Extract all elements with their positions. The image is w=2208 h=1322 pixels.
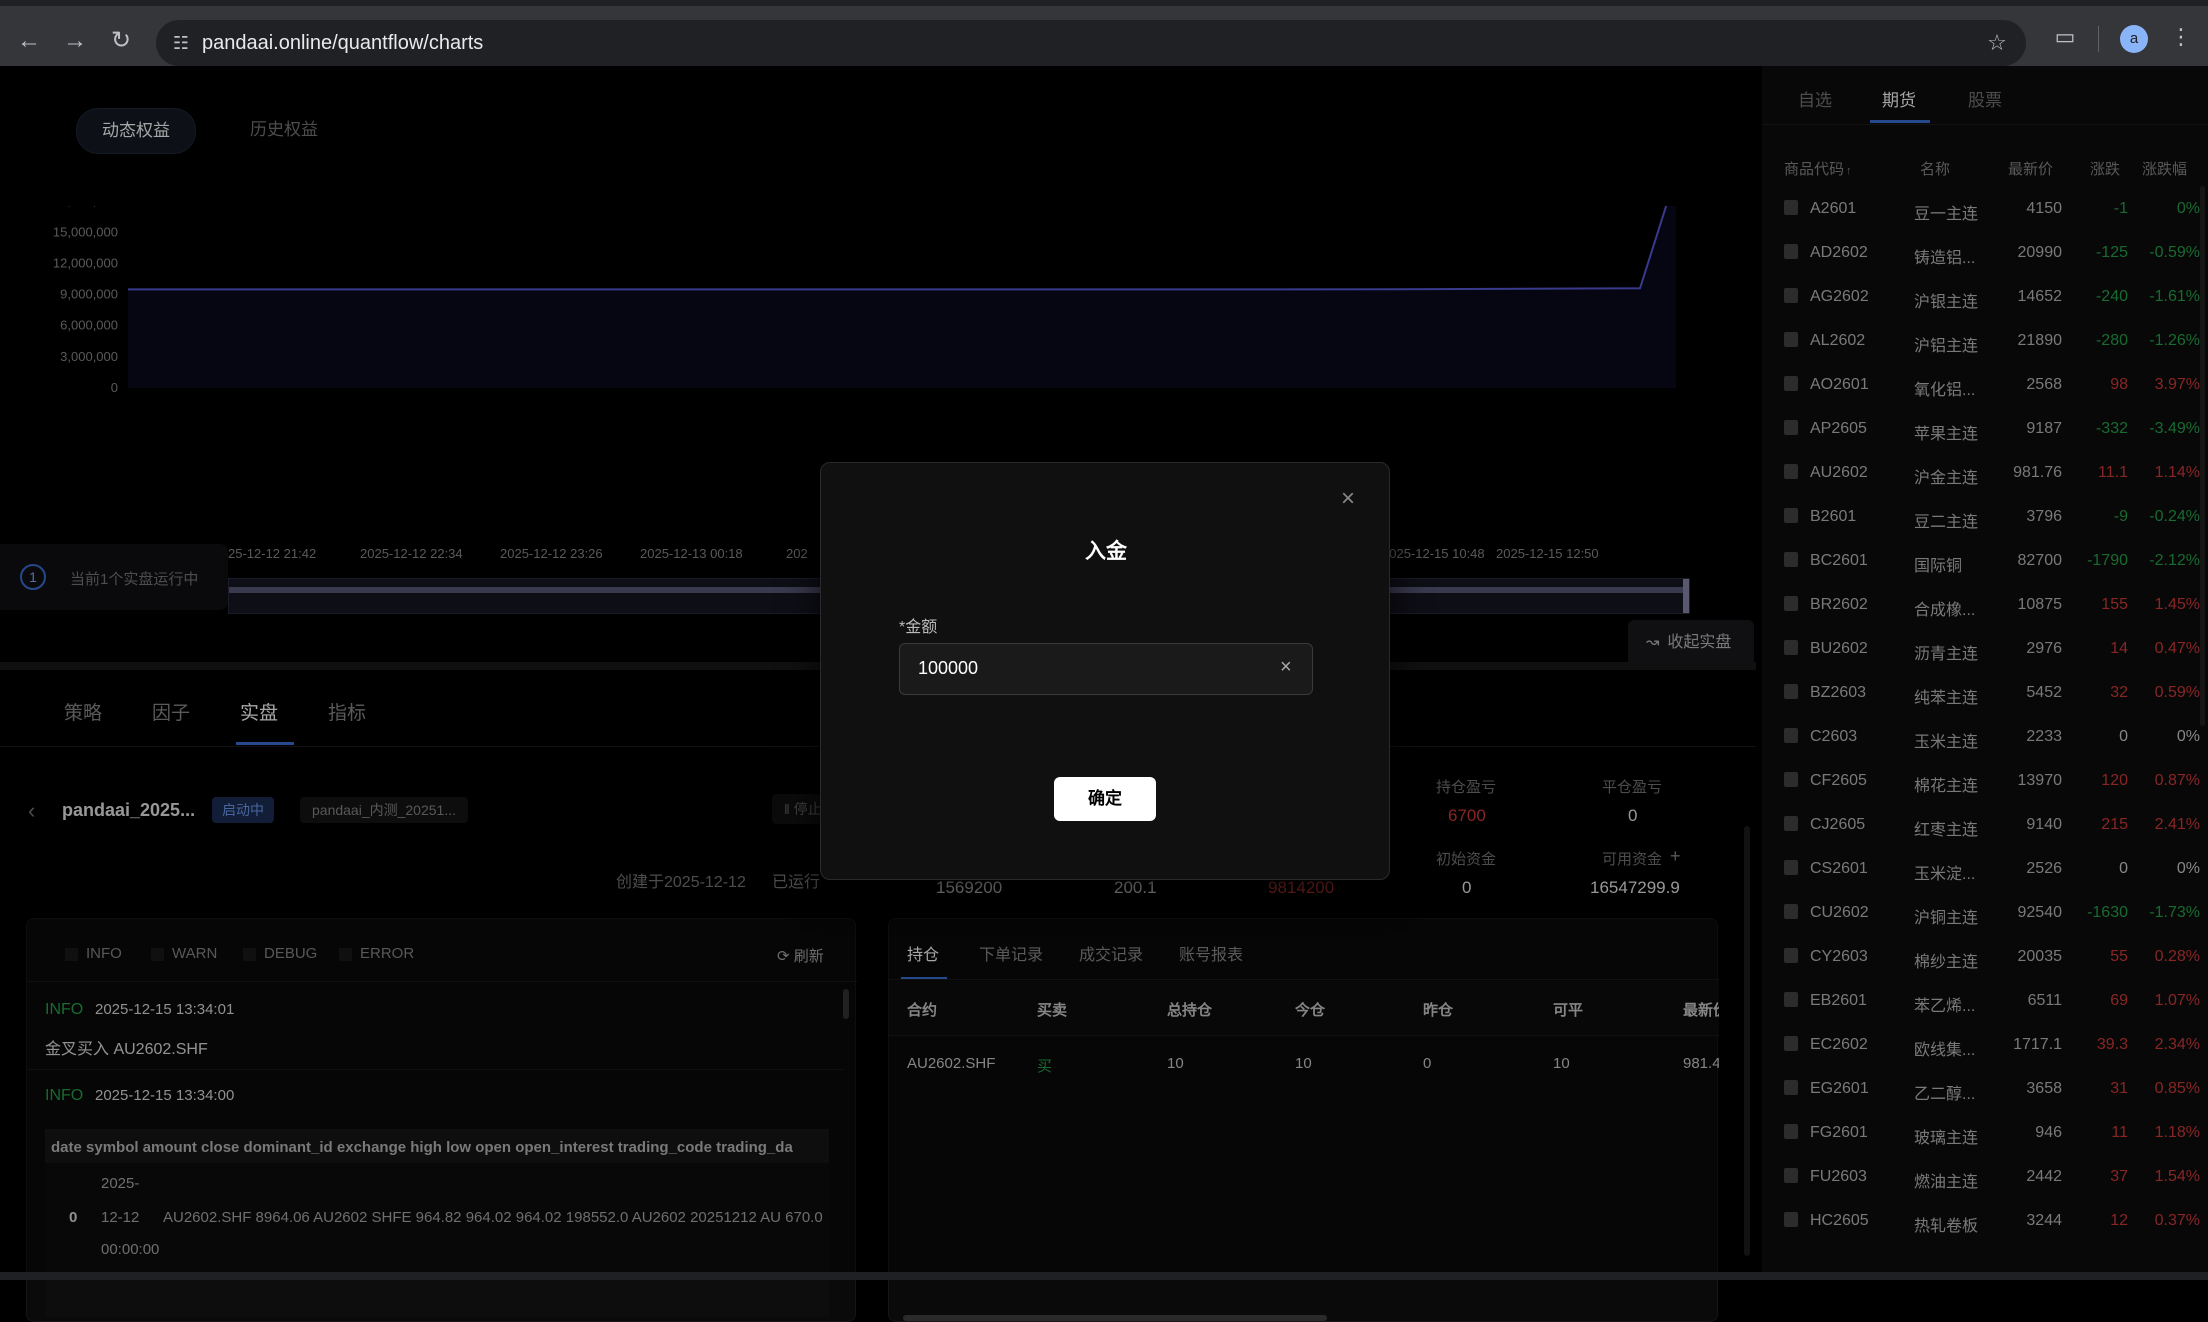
address-bar[interactable]: ☷ pandaai.online/quantflow/charts ☆ [156, 20, 2026, 66]
amount-label: *金额 [899, 619, 938, 636]
browser-toolbar: ← → ↻ ☷ pandaai.online/quantflow/charts … [0, 6, 2208, 66]
url-text: pandaai.online/quantflow/charts [202, 32, 484, 54]
extensions-icon[interactable]: ▭ [2050, 22, 2080, 52]
dialog-title: 入金 [1085, 540, 1127, 563]
site-info-icon[interactable]: ☷ [166, 28, 196, 58]
amount-value: 100000 [918, 658, 979, 678]
bottom-edge [0, 1272, 2208, 1280]
profile-avatar[interactable]: a [2120, 25, 2148, 53]
clear-input-icon[interactable]: × [1280, 656, 1292, 679]
h-scrollbar-thumb[interactable] [903, 1315, 1327, 1321]
amount-input[interactable]: 100000 × [899, 643, 1313, 695]
close-icon[interactable]: × [1341, 485, 1355, 513]
back-icon[interactable]: ← [14, 26, 44, 56]
toolbar-divider [2098, 26, 2099, 52]
reload-icon[interactable]: ↻ [106, 26, 136, 56]
menu-kebab-icon[interactable]: ⋮ [2166, 22, 2196, 52]
confirm-button[interactable]: 确定 [1054, 777, 1156, 821]
star-icon[interactable]: ☆ [1982, 28, 2012, 58]
forward-icon[interactable]: → [60, 26, 90, 56]
deposit-dialog: × 入金 *金额 100000 × 确定 [820, 462, 1390, 880]
